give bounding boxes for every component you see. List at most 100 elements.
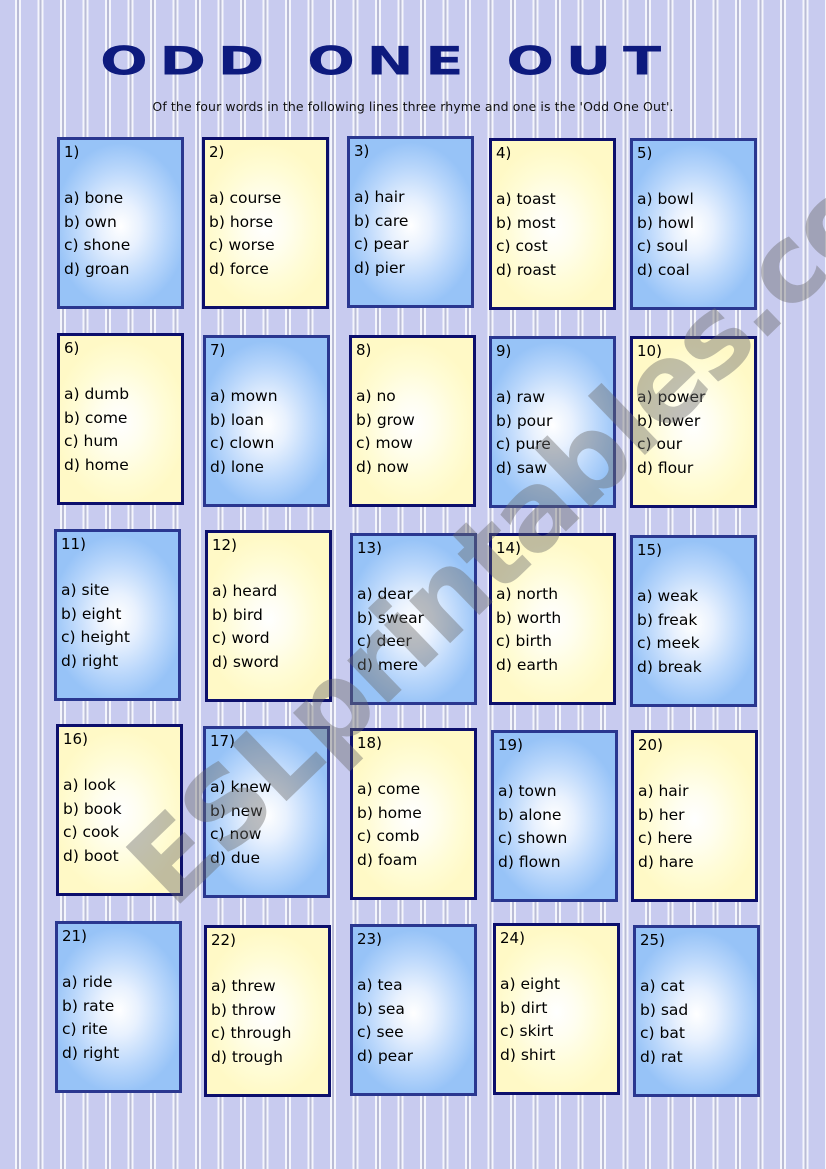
option-item: d) earth xyxy=(496,655,559,674)
option-item: b) throw xyxy=(211,1000,276,1019)
option-list: a) cat b) sad c) bat d) rat xyxy=(640,975,753,1069)
option-item: a) eight xyxy=(500,975,561,993)
option-item: b) dirt xyxy=(500,998,548,1017)
question-number: 16) xyxy=(63,730,88,748)
option-list: a) dear b) swear c) deer d) mere xyxy=(357,583,470,677)
option-item: a) knew xyxy=(210,778,272,796)
question-number: 17) xyxy=(210,732,235,750)
option-list: a) bowl b) howl c) soul d) coal xyxy=(637,188,750,282)
question-card: 16) a) look b) book c) cook d) boot xyxy=(56,724,183,896)
option-item: b) sad xyxy=(640,1000,689,1019)
option-item: b) own xyxy=(64,212,117,231)
question-card: 5) a) bowl b) howl c) soul d) coal xyxy=(630,138,757,310)
question-number: 7) xyxy=(210,341,226,359)
option-item: b) bird xyxy=(212,605,263,624)
option-list: a) threw b) throw c) through d) trough xyxy=(211,975,324,1069)
question-number: 8) xyxy=(356,341,372,359)
option-item: a) dumb xyxy=(64,385,130,403)
option-item: c) pure xyxy=(496,435,551,453)
option-item: a) hair xyxy=(638,782,689,800)
option-item: b) grow xyxy=(356,410,415,429)
question-card: 15) a) weak b) freak c) meek d) break xyxy=(630,535,757,707)
option-list: a) dumb b) come c) hum d) home xyxy=(64,383,177,477)
option-item: b) pour xyxy=(496,411,553,430)
option-list: a) look b) book c) cook d) boot xyxy=(63,774,176,868)
question-card: 22) a) threw b) throw c) through d) trough xyxy=(204,925,331,1097)
question-card: 18) a) come b) home c) comb d) foam xyxy=(350,728,477,900)
option-item: d) right xyxy=(61,651,119,670)
option-item: c) shown xyxy=(498,829,568,847)
option-item: d) coal xyxy=(637,260,690,279)
option-item: c) through xyxy=(211,1024,292,1042)
option-item: c) cost xyxy=(496,237,548,255)
option-item: a) power xyxy=(637,388,706,406)
question-number: 18) xyxy=(357,734,382,752)
option-item: c) shone xyxy=(64,236,131,254)
option-item: d) force xyxy=(209,259,269,278)
option-item: a) bone xyxy=(64,189,124,207)
question-number: 25) xyxy=(640,931,665,949)
option-item: c) now xyxy=(210,825,262,843)
option-item: c) deer xyxy=(357,632,412,650)
option-list: a) eight b) dirt c) skirt d) shirt xyxy=(500,973,613,1067)
option-item: d) mere xyxy=(357,655,419,674)
option-item: a) tea xyxy=(357,976,403,994)
option-list: a) hair b) care c) pear d) pier xyxy=(354,186,467,280)
instructions: Of the four words in the following lines… xyxy=(152,99,674,114)
option-item: d) due xyxy=(210,848,261,867)
option-item: a) toast xyxy=(496,190,556,208)
option-list: a) course b) horse c) worse d) force xyxy=(209,187,322,281)
option-list: a) ride b) rate c) rite d) right xyxy=(62,971,175,1065)
option-item: c) meek xyxy=(637,634,700,652)
option-item: a) town xyxy=(498,782,557,800)
option-item: c) here xyxy=(638,829,693,847)
question-card: 25) a) cat b) sad c) bat d) rat xyxy=(633,925,760,1097)
option-item: b) care xyxy=(354,211,409,230)
option-item: b) book xyxy=(63,799,122,818)
option-item: b) rate xyxy=(62,996,115,1015)
option-list: a) raw b) pour c) pure d) saw xyxy=(496,386,609,480)
option-item: a) bowl xyxy=(637,190,694,208)
option-item: b) alone xyxy=(498,805,562,824)
question-card: 6) a) dumb b) come c) hum d) home xyxy=(57,333,184,505)
option-item: b) most xyxy=(496,213,556,232)
option-item: d) rat xyxy=(640,1047,683,1066)
option-item: c) skirt xyxy=(500,1022,554,1040)
question-card: 11) a) site b) eight c) height d) right xyxy=(54,529,181,701)
option-item: d) lone xyxy=(210,457,264,476)
option-item: a) look xyxy=(63,776,116,794)
question-number: 20) xyxy=(638,736,663,754)
question-card: 24) a) eight b) dirt c) skirt d) shirt xyxy=(493,923,620,1095)
option-item: a) hair xyxy=(354,188,405,206)
question-card: 10) a) power b) lower c) our d) flour xyxy=(630,336,757,508)
question-card: 14) a) north b) worth c) birth d) earth xyxy=(489,533,616,705)
option-list: a) hair b) her c) here d) hare xyxy=(638,780,751,874)
option-item: c) mow xyxy=(356,434,413,452)
option-item: b) lower xyxy=(637,411,701,430)
option-item: d) sword xyxy=(212,652,279,671)
question-card: 9) a) raw b) pour c) pure d) saw xyxy=(489,336,616,508)
option-list: a) power b) lower c) our d) flour xyxy=(637,386,750,480)
question-number: 10) xyxy=(637,342,662,360)
option-item: b) home xyxy=(357,803,422,822)
option-item: d) pear xyxy=(357,1046,414,1065)
question-card: 8) a) no b) grow c) mow d) now xyxy=(349,335,476,507)
option-item: b) sea xyxy=(357,999,405,1018)
option-item: d) hare xyxy=(638,852,694,871)
option-item: d) home xyxy=(64,455,129,474)
option-list: a) tea b) sea c) see d) pear xyxy=(357,974,470,1068)
question-card: 1) a) bone b) own c) shone d) groan xyxy=(57,137,184,309)
option-list: a) heard b) bird c) word d) sword xyxy=(212,580,325,674)
option-item: a) north xyxy=(496,585,559,603)
question-card: 3) a) hair b) care c) pear d) pier xyxy=(347,136,474,308)
option-item: c) bat xyxy=(640,1024,685,1042)
question-number: 1) xyxy=(64,143,80,161)
question-number: 4) xyxy=(496,144,512,162)
option-list: a) toast b) most c) cost d) roast xyxy=(496,188,609,282)
question-card: 7) a) mown b) loan c) clown d) lone xyxy=(203,335,330,507)
option-item: a) no xyxy=(356,387,396,405)
option-list: a) site b) eight c) height d) right xyxy=(61,579,174,673)
option-item: c) cook xyxy=(63,823,119,841)
question-number: 24) xyxy=(500,929,525,947)
option-list: a) mown b) loan c) clown d) lone xyxy=(210,385,323,479)
